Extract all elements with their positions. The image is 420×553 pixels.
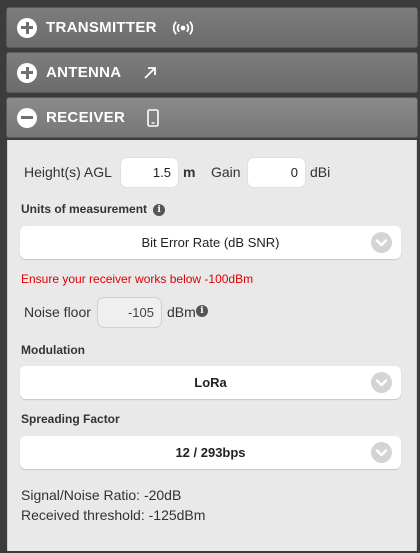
info-icon[interactable]: i [196,305,208,317]
snr-text: Signal/Noise Ratio: -20dB [21,487,182,503]
gain-label: Gain [211,164,241,180]
height-unit: m [183,164,196,180]
spreading-factor-selected-value: 12 / 293bps [175,445,246,460]
modulation-selected-value: LoRa [194,375,227,390]
modulation-label: Modulation [21,343,85,357]
gain-unit: dBi [310,164,331,180]
receiver-warning: Ensure your receiver works below -100dBm [21,272,254,286]
antenna-title: ANTENNA [46,64,122,81]
height-input[interactable] [121,158,178,187]
arrow-up-right-icon [143,66,157,80]
units-label-text: Units of measurement [21,202,148,216]
receiver-body: Height(s) AGL m Gain dBi Units of measur… [7,140,417,551]
chevron-down-icon [371,442,392,463]
threshold-text: Received threshold: -125dBm [21,507,206,523]
modulation-select[interactable]: LoRa [20,366,401,399]
transmitter-title: TRANSMITTER [46,19,157,36]
spreading-factor-select[interactable]: 12 / 293bps [20,436,401,469]
spreading-factor-label: Spreading Factor [21,412,120,426]
gain-input[interactable] [248,158,305,187]
broadcast-icon [172,20,193,35]
noise-floor-unit: dBm [167,304,196,320]
noise-floor-input [98,298,161,327]
phone-icon [147,108,159,127]
height-label: Height(s) AGL [24,164,112,180]
expand-plus-icon[interactable] [17,62,37,83]
info-icon[interactable]: i [153,204,166,216]
receiver-settings-panel: TRANSMITTER ANTENNA RECEIVER Height(s) A… [0,0,420,553]
chevron-down-icon [371,232,392,253]
transmitter-header[interactable]: TRANSMITTER [6,7,418,48]
antenna-header[interactable]: ANTENNA [6,52,418,93]
units-label: Units of measurement i [21,202,166,216]
receiver-header[interactable]: RECEIVER [6,97,418,138]
units-selected-value: Bit Error Rate (dB SNR) [141,235,280,250]
receiver-title: RECEIVER [46,109,126,126]
noise-floor-label: Noise floor [24,304,91,320]
chevron-down-icon [371,372,392,393]
expand-plus-icon[interactable] [17,17,37,38]
collapse-minus-icon[interactable] [17,107,37,128]
units-select[interactable]: Bit Error Rate (dB SNR) [20,226,401,259]
